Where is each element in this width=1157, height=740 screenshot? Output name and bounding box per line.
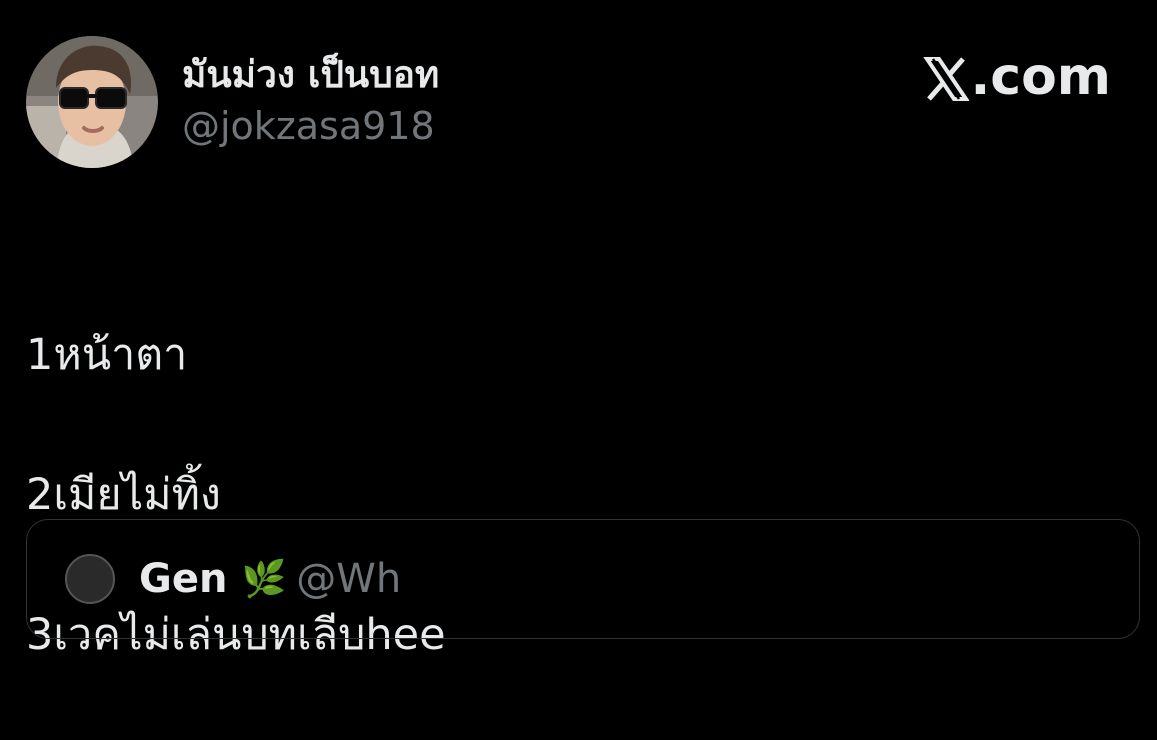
author-names: มันม่วง เป็นบอท @jokzasa918: [182, 36, 439, 168]
x-logo-icon: [922, 54, 970, 101]
quoted-handle[interactable]: @Wh: [296, 556, 401, 602]
tweet-text: 1หน้าตา 2เมียไม่ทิ้ง 3เวคไม่เล่นบทเลีบhe…: [26, 250, 446, 740]
brand-watermark: .com: [922, 46, 1112, 108]
brand-domain-label: .com: [970, 47, 1112, 107]
leaf-emoji-icon: 🌿: [241, 559, 287, 600]
quoted-display-name[interactable]: Gen: [139, 556, 227, 602]
quoted-avatar[interactable]: [65, 554, 115, 604]
profile-photo-icon: [26, 36, 158, 168]
author-handle[interactable]: @jokzasa918: [182, 102, 439, 150]
author-display-name[interactable]: มันม่วง เป็นบอท: [182, 52, 439, 98]
tweet-header: มันม่วง เป็นบอท @jokzasa918: [26, 36, 439, 168]
quoted-tweet-card[interactable]: Gen 🌿 @Wh: [26, 519, 1140, 639]
tweet-line: 1หน้าตา: [26, 330, 188, 380]
avatar[interactable]: [26, 36, 158, 168]
quoted-tweet-header: Gen 🌿 @Wh: [65, 554, 401, 604]
